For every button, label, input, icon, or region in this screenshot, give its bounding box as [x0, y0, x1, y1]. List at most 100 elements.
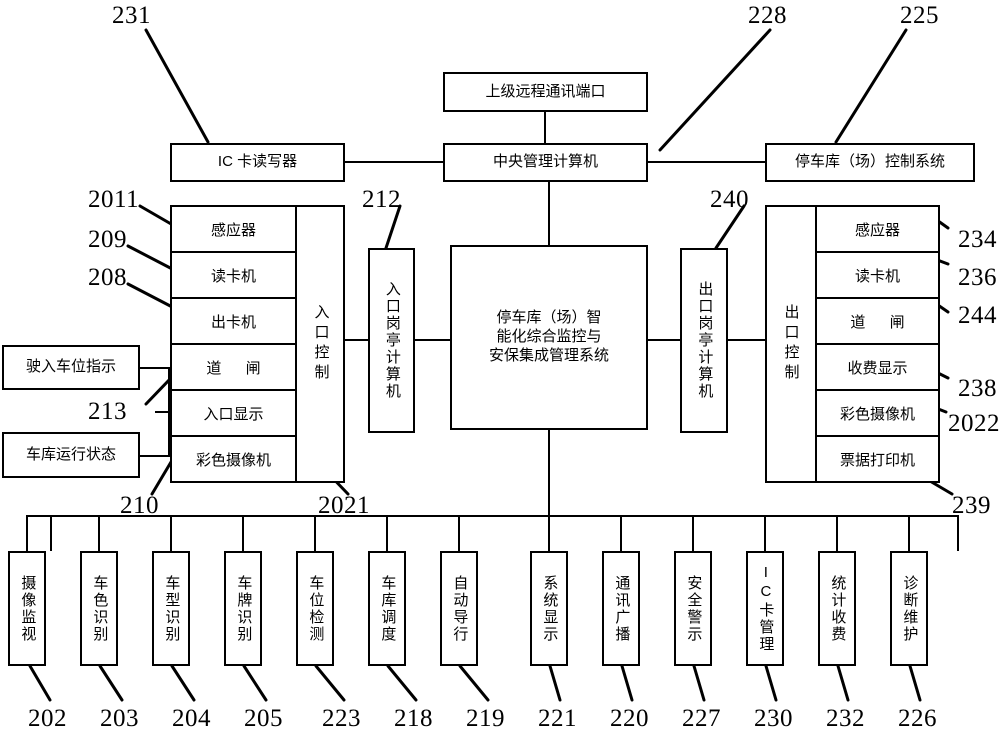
exit-cell-5-label: 票据打印机	[839, 451, 915, 469]
exit-control-label: 出口控制	[782, 304, 800, 384]
exit-equipment-block: 出口控制 感应器 读卡机 道 闸 收费显示 彩色摄像机 票据打印机	[765, 205, 940, 483]
ref-num-bottom-8: 220	[610, 705, 649, 732]
entrance-cell-5[interactable]: 彩色摄像机	[172, 437, 295, 481]
central-management-computer-label: 中央管理计算机	[492, 153, 598, 171]
module-label-7: 系统显示	[541, 574, 559, 643]
module-label-8: 通讯广播	[613, 574, 631, 643]
module-box-2[interactable]: 车型识别	[152, 551, 190, 666]
module-label-2: 车型识别	[163, 574, 181, 643]
module-box-1[interactable]: 车色识别	[80, 551, 118, 666]
core-system-line-2: 能化综合监控与	[496, 328, 602, 346]
ref-num-2011: 2011	[88, 186, 140, 213]
exit-cell-5[interactable]: 票据打印机	[817, 437, 938, 481]
patent-diagram: 上级远程通讯端口 中央管理计算机 IC 卡读写器 停车库（场）控制系统 感应器 …	[0, 0, 1000, 739]
module-box-7[interactable]: 系统显示	[530, 551, 568, 666]
ref-num-212: 212	[362, 186, 401, 213]
ref-num-213: 213	[88, 398, 127, 425]
garage-control-system-label: 停车库（场）控制系统	[794, 153, 945, 171]
exit-booth-computer-box[interactable]: 出口岗亭计算机	[680, 248, 728, 433]
core-system-box[interactable]: 停车库（场）智 能化综合监控与 安保集成管理系统	[450, 245, 648, 430]
entrance-cell-5-label: 彩色摄像机	[195, 451, 271, 469]
entrance-cell-2-label: 出卡机	[210, 313, 256, 331]
entrance-cell-1-label: 读卡机	[210, 267, 256, 285]
garage-running-status-label: 车库运行状态	[25, 445, 116, 463]
entrance-cell-4[interactable]: 入口显示	[172, 391, 295, 437]
entrance-booth-computer-box[interactable]: 入口岗亭计算机	[368, 248, 415, 433]
module-box-10[interactable]: IC卡管理	[746, 551, 784, 666]
ref-num-239: 239	[952, 492, 991, 519]
exit-cell-4[interactable]: 彩色摄像机	[817, 391, 938, 437]
ref-num-236: 236	[958, 264, 997, 291]
module-box-0[interactable]: 摄像监视	[8, 551, 46, 666]
entrance-control-label: 入口控制	[312, 304, 330, 384]
exit-control-column[interactable]: 出口控制	[767, 207, 817, 481]
ref-num-225: 225	[900, 2, 939, 29]
exit-cell-1[interactable]: 读卡机	[817, 253, 938, 299]
ref-num-bottom-9: 227	[682, 705, 721, 732]
module-label-4: 车位检测	[307, 574, 325, 643]
ref-num-2022: 2022	[948, 410, 1000, 437]
module-label-10: IC卡管理	[757, 564, 775, 653]
entrance-equipment-block: 感应器 读卡机 出卡机 道 闸 入口显示 彩色摄像机 入口控制	[170, 205, 345, 483]
entrance-cell-0[interactable]: 感应器	[172, 207, 295, 253]
ref-num-bottom-1: 203	[100, 705, 139, 732]
ref-num-244: 244	[958, 302, 997, 329]
module-box-9[interactable]: 安全警示	[674, 551, 712, 666]
module-box-5[interactable]: 车库调度	[368, 551, 406, 666]
ref-num-bottom-5: 218	[394, 705, 433, 732]
module-box-12[interactable]: 诊断维护	[890, 551, 928, 666]
entrance-cell-2[interactable]: 出卡机	[172, 299, 295, 345]
ref-num-bottom-0: 202	[28, 705, 67, 732]
exit-cell-4-label: 彩色摄像机	[839, 405, 915, 423]
module-box-3[interactable]: 车牌识别	[224, 551, 262, 666]
entrance-cell-0-label: 感应器	[210, 221, 256, 239]
exit-cell-2[interactable]: 道 闸	[817, 299, 938, 345]
core-system-line-3: 安保集成管理系统	[488, 346, 609, 364]
ref-num-bottom-4: 223	[322, 705, 361, 732]
central-management-computer-box[interactable]: 中央管理计算机	[443, 143, 648, 182]
ref-num-bottom-7: 221	[538, 705, 577, 732]
module-box-4[interactable]: 车位检测	[296, 551, 334, 666]
entrance-cell-4-label: 入口显示	[203, 405, 264, 423]
entrance-control-column[interactable]: 入口控制	[295, 207, 345, 481]
remote-communication-port-box[interactable]: 上级远程通讯端口	[443, 72, 648, 112]
core-system-line-1: 停车库（场）智	[496, 309, 602, 327]
exit-cell-0[interactable]: 感应器	[817, 207, 938, 253]
exit-cell-1-label: 读卡机	[854, 267, 900, 285]
module-label-5: 车库调度	[379, 574, 397, 643]
ref-num-228: 228	[748, 2, 787, 29]
module-box-11[interactable]: 统计收费	[818, 551, 856, 666]
entrance-cell-3[interactable]: 道 闸	[172, 345, 295, 391]
entrance-cell-1[interactable]: 读卡机	[172, 253, 295, 299]
ref-num-bottom-6: 219	[466, 705, 505, 732]
module-label-6: 自动导行	[451, 574, 469, 643]
exit-booth-computer-label: 出口岗亭计算机	[696, 281, 714, 400]
module-box-8[interactable]: 通讯广播	[602, 551, 640, 666]
ref-num-208: 208	[88, 264, 127, 291]
module-box-6[interactable]: 自动导行	[440, 551, 478, 666]
entrance-booth-computer-label: 入口岗亭计算机	[383, 281, 401, 400]
ref-num-210: 210	[120, 492, 159, 519]
module-label-0: 摄像监视	[19, 574, 37, 643]
module-label-12: 诊断维护	[901, 574, 919, 643]
module-label-3: 车牌识别	[235, 574, 253, 643]
exit-cell-3[interactable]: 收费显示	[817, 345, 938, 391]
ref-num-bottom-11: 232	[826, 705, 865, 732]
exit-cell-0-label: 感应器	[854, 221, 900, 239]
ref-num-2021: 2021	[318, 492, 370, 519]
ref-num-209: 209	[88, 226, 127, 253]
drive-in-space-indicator-box[interactable]: 驶入车位指示	[2, 345, 140, 390]
ref-num-bottom-2: 204	[172, 705, 211, 732]
drive-in-space-indicator-label: 驶入车位指示	[25, 358, 116, 376]
ic-card-reader-writer-box[interactable]: IC 卡读写器	[170, 143, 345, 182]
entrance-cell-3-label: 道 闸	[206, 359, 271, 377]
ref-num-bottom-10: 230	[754, 705, 793, 732]
garage-control-system-box[interactable]: 停车库（场）控制系统	[765, 143, 975, 182]
module-label-11: 统计收费	[829, 574, 847, 643]
ic-card-reader-writer-label: IC 卡读写器	[217, 153, 298, 171]
ref-num-231: 231	[112, 2, 151, 29]
ref-num-bottom-3: 205	[244, 705, 283, 732]
exit-cell-2-label: 道 闸	[850, 313, 915, 331]
garage-running-status-box[interactable]: 车库运行状态	[2, 432, 140, 478]
exit-cell-3-label: 收费显示	[847, 359, 908, 377]
